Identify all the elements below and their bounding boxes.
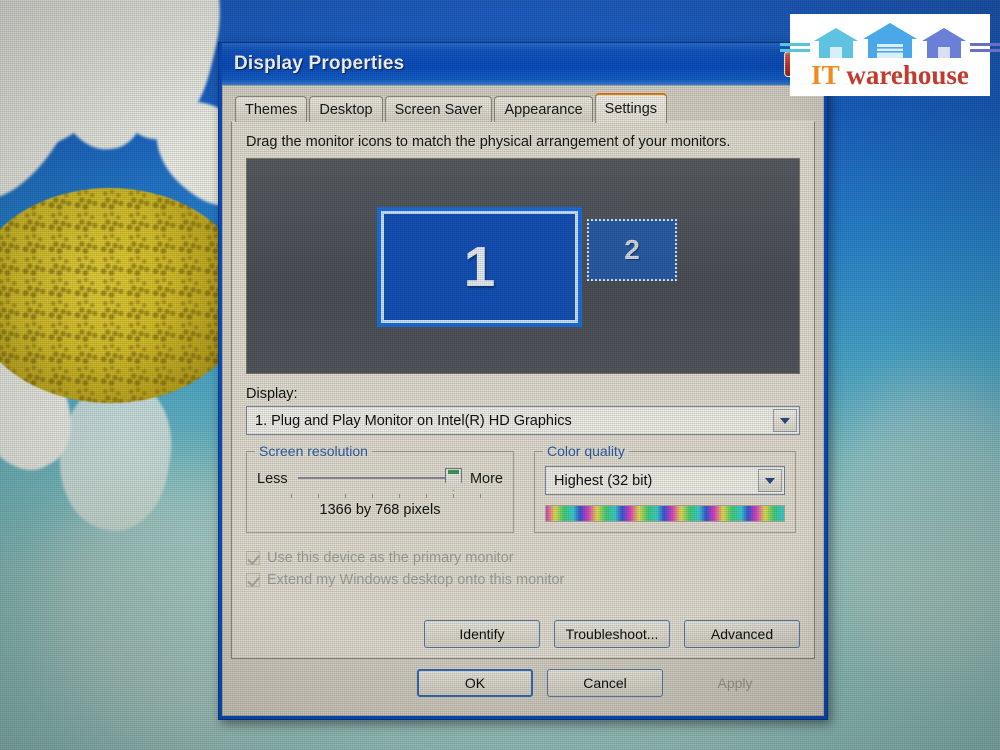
tab-settings-label: Settings	[604, 101, 658, 117]
dialog-footer: OK Cancel Apply	[231, 659, 815, 707]
display-properties-dialog: Display Properties ✕ Themes Desktop Scre…	[218, 42, 828, 720]
slider-tick	[453, 494, 454, 498]
arrangement-hint: Drag the monitor icons to match the phys…	[246, 134, 731, 150]
identify-button[interactable]: Identify	[424, 620, 540, 648]
logo-house-row	[780, 22, 1000, 60]
settings-groups: Screen resolution Less More 1366 by 768 …	[246, 443, 800, 533]
resolution-slider-thumb[interactable]	[444, 468, 462, 491]
display-label: Display:	[246, 386, 298, 402]
wallpaper-glow	[820, 380, 1000, 680]
tab-desktop[interactable]: Desktop	[309, 96, 383, 122]
slider-tick	[426, 494, 427, 498]
slider-tick	[345, 494, 346, 498]
resolution-value-text: 1366 by 768 pixels	[319, 502, 441, 518]
monitor-icon-1[interactable]: 1	[377, 207, 582, 327]
checkbox-primary-monitor-label: Use this device as the primary monitor	[267, 550, 514, 566]
color-quality-dropdown-arrow[interactable]	[758, 469, 782, 492]
monitor-1-number: 1	[463, 234, 496, 299]
tab-strip: Themes Desktop Screen Saver Appearance S…	[231, 92, 815, 123]
checkbox-icon[interactable]	[246, 551, 260, 565]
apply-button: Apply	[717, 675, 753, 691]
monitor-icon-2[interactable]: 2	[587, 219, 677, 281]
tab-themes-label: Themes	[245, 101, 298, 118]
monitor-options: Use this device as the primary monitor E…	[246, 547, 800, 591]
window-title: Display Properties	[234, 53, 405, 74]
cancel-button[interactable]: Cancel	[547, 669, 663, 697]
settings-action-buttons: Identify Troubleshoot... Advanced	[246, 610, 800, 648]
warehouse-icon-small-left	[814, 27, 858, 58]
resolution-slider[interactable]	[296, 466, 462, 492]
ok-button[interactable]: OK	[417, 669, 533, 697]
troubleshoot-button[interactable]: Troubleshoot...	[554, 620, 670, 648]
slider-tick	[318, 494, 319, 498]
tab-appearance[interactable]: Appearance	[494, 96, 593, 122]
slider-tick	[399, 494, 400, 498]
display-dropdown[interactable]: 1. Plug and Play Monitor on Intel(R) HD …	[246, 406, 800, 435]
resolution-more-label: More	[469, 471, 503, 487]
display-dropdown-value: 1. Plug and Play Monitor on Intel(R) HD …	[255, 412, 572, 429]
slider-tick	[291, 494, 292, 498]
resolution-slider-ticks	[291, 494, 481, 498]
title-bar[interactable]: Display Properties ✕	[222, 43, 824, 85]
slider-tick	[480, 494, 481, 498]
advanced-button[interactable]: Advanced	[684, 620, 800, 648]
color-gradient-preview	[545, 505, 785, 522]
tab-themes[interactable]: Themes	[235, 96, 308, 122]
monitor-arrangement-area[interactable]: 1 2	[246, 158, 800, 374]
watermark-text: IT warehouse	[811, 59, 969, 90]
checkbox-primary-monitor[interactable]: Use this device as the primary monitor	[246, 547, 800, 569]
tab-screen-saver[interactable]: Screen Saver	[384, 96, 493, 122]
tab-desktop-label: Desktop	[319, 101, 373, 118]
resolution-less-label: Less	[257, 471, 288, 487]
resolution-slider-row: Less More	[257, 466, 503, 492]
screen-resolution-group-label: Screen resolution	[255, 443, 372, 459]
logo-right-lines	[970, 42, 1000, 52]
desktop-background: Display Properties ✕ Themes Desktop Scre…	[0, 0, 1000, 750]
checkbox-extend-desktop[interactable]: Extend my Windows desktop onto this moni…	[246, 569, 800, 591]
slider-tick	[372, 494, 373, 498]
tab-settings[interactable]: Settings	[594, 93, 668, 123]
monitor-2-number: 2	[624, 234, 640, 265]
color-quality-group: Color quality Highest (32 bit)	[534, 443, 796, 533]
color-quality-group-label: Color quality	[543, 443, 629, 459]
warehouse-icon-center	[863, 22, 917, 58]
watermark-logo: IT warehouse	[780, 14, 1000, 96]
logo-line	[780, 48, 810, 52]
logo-left-lines	[780, 42, 810, 52]
logo-line	[970, 42, 1000, 46]
watermark-text-warehouse: warehouse	[846, 59, 969, 90]
display-dropdown-arrow[interactable]	[773, 409, 797, 432]
color-quality-value: Highest (32 bit)	[554, 472, 653, 489]
settings-tab-panel: Drag the monitor icons to match the phys…	[231, 121, 815, 659]
logo-line	[780, 42, 810, 46]
checkbox-extend-desktop-label: Extend my Windows desktop onto this moni…	[267, 572, 565, 588]
dialog-body: Themes Desktop Screen Saver Appearance S…	[222, 85, 824, 716]
checkbox-icon[interactable]	[246, 573, 260, 587]
warehouse-icon-small-right	[922, 27, 966, 58]
color-quality-dropdown[interactable]: Highest (32 bit)	[545, 466, 785, 495]
tab-appearance-label: Appearance	[504, 101, 583, 118]
wallpaper-flower-center	[0, 188, 250, 403]
chevron-down-icon	[780, 417, 790, 424]
screen-resolution-group: Screen resolution Less More 1366 by 768 …	[246, 443, 514, 533]
resolution-slider-track	[297, 477, 458, 479]
watermark-text-it: IT	[811, 59, 840, 90]
tab-screen-saver-label: Screen Saver	[394, 101, 483, 118]
logo-line	[970, 48, 1000, 52]
chevron-down-icon	[765, 477, 775, 484]
